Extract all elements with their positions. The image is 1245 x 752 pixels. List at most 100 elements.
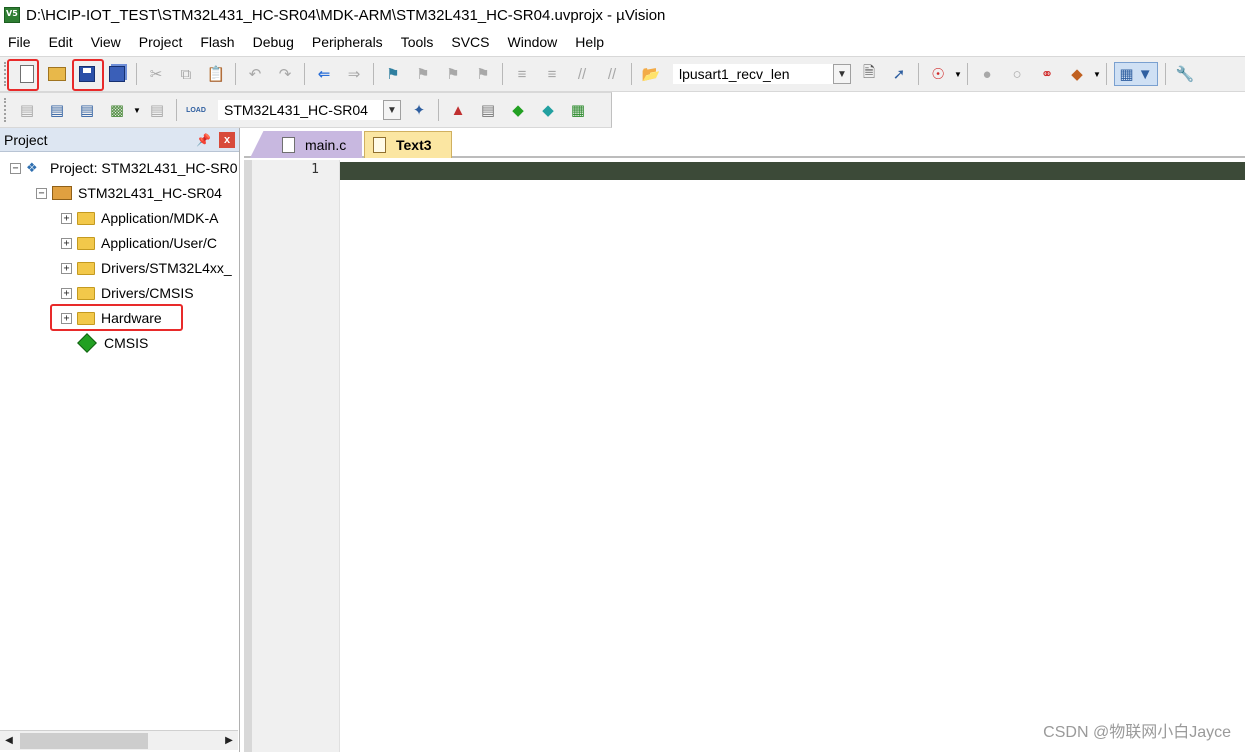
configure-button[interactable]: 🔧 xyxy=(1173,62,1197,86)
menu-peripherals[interactable]: Peripherals xyxy=(310,34,385,50)
copy-button[interactable]: ⧉ xyxy=(174,62,198,86)
menu-window[interactable]: Window xyxy=(506,34,560,50)
manage-rte-button[interactable]: ◆ xyxy=(506,98,530,122)
pin-icon[interactable]: 📌 xyxy=(196,133,211,147)
menu-file[interactable]: File xyxy=(6,34,33,50)
rte-diamond-icon: ◆ xyxy=(512,102,524,119)
menu-flash[interactable]: Flash xyxy=(198,34,236,50)
clear-bookmarks-button[interactable]: ⚑ xyxy=(471,62,495,86)
tree-item-cmsis[interactable]: CMSIS xyxy=(77,331,148,355)
disable-all-breakpoints-button[interactable]: ⚭ xyxy=(1035,62,1059,86)
find-combo[interactable]: lpusart1_recv_len ▼ xyxy=(672,63,852,85)
menu-debug[interactable]: Debug xyxy=(251,34,296,50)
save-all-button[interactable] xyxy=(105,62,129,86)
manage-project-items-button[interactable]: ▲ xyxy=(446,98,470,122)
debug-dropdown-button[interactable]: ▼ xyxy=(953,62,963,86)
incremental-find-button[interactable]: ➚ xyxy=(887,62,911,86)
tree-item-group[interactable]: + Drivers/STM32L4xx_ xyxy=(61,256,232,280)
toolbar-separator xyxy=(918,63,919,85)
scrollbar-thumb[interactable] xyxy=(20,733,148,749)
tree-item-group[interactable]: + Drivers/CMSIS xyxy=(61,281,194,305)
tab-label: main.c xyxy=(305,136,347,153)
batch-build-button[interactable]: ▩ xyxy=(105,98,129,122)
debug-session-icon: ☉ xyxy=(931,66,945,83)
insert-bookmark-button[interactable]: ⚑ xyxy=(381,62,405,86)
software-packs-icon: ◆ xyxy=(542,102,554,119)
undo-button[interactable]: ↶ xyxy=(243,62,267,86)
expand-icon[interactable]: + xyxy=(61,262,72,274)
menu-edit[interactable]: Edit xyxy=(47,34,75,50)
menu-view[interactable]: View xyxy=(89,34,123,50)
navigate-forward-button[interactable]: ⇒ xyxy=(342,62,366,86)
file-extensions-button[interactable]: ▤ xyxy=(476,98,500,122)
editor-body[interactable]: 1 CSDN @物联网小白Jayce xyxy=(244,160,1245,752)
menu-tools[interactable]: Tools xyxy=(399,34,436,50)
tab-text3[interactable]: Text3 xyxy=(364,131,452,158)
bookmark-flag-icon: ⚑ xyxy=(386,66,400,83)
build-icon: ▤ xyxy=(49,102,65,119)
cut-button[interactable]: ✂ xyxy=(144,62,168,86)
tree-item-group[interactable]: + Application/User/C xyxy=(61,231,217,255)
breakpoints-dropdown-button[interactable]: ▼ xyxy=(1092,62,1102,86)
project-icon: ❖ xyxy=(26,160,38,175)
target-select[interactable]: STM32L431_HC-SR04 ▼ xyxy=(217,99,402,121)
find-combo-value: lpusart1_recv_len xyxy=(679,66,790,82)
tree-item-project-root[interactable]: − ❖ Project: STM32L431_HC-SR0 xyxy=(10,156,238,180)
target-options-button[interactable]: ✦ xyxy=(407,98,431,122)
debug-session-button[interactable]: ☉ xyxy=(926,62,950,86)
find-button[interactable]: 🗎 xyxy=(857,62,881,86)
next-bookmark-button[interactable]: ⚑ xyxy=(441,62,465,86)
comment-button[interactable]: // xyxy=(570,62,594,86)
kill-all-breakpoints-button[interactable]: ◆ xyxy=(1065,62,1089,86)
dropdown-arrow-icon: ▼ xyxy=(1093,69,1101,79)
download-button[interactable]: LOAD xyxy=(184,98,208,122)
tree-item-group[interactable]: + Application/MDK-A xyxy=(61,206,219,230)
project-panel-header: Project 📌 x xyxy=(0,128,239,152)
window-layout-button[interactable]: ▦ ▼ xyxy=(1114,62,1158,86)
build-button[interactable]: ▤ xyxy=(45,98,69,122)
previous-bookmark-button[interactable]: ⚑ xyxy=(411,62,435,86)
redo-button[interactable]: ↷ xyxy=(273,62,297,86)
menu-project[interactable]: Project xyxy=(137,34,185,50)
toolbar-grip[interactable] xyxy=(4,98,8,122)
chevron-down-icon[interactable]: ▼ xyxy=(383,100,401,120)
open-file-button[interactable] xyxy=(45,62,69,86)
select-software-packs-button[interactable]: ◆ xyxy=(536,98,560,122)
expand-icon[interactable]: + xyxy=(61,237,72,249)
gutter-margin xyxy=(244,160,252,752)
scroll-right-icon[interactable]: ▶ xyxy=(220,732,238,750)
insert-breakpoint-button[interactable]: ● xyxy=(975,62,999,86)
expand-icon[interactable]: + xyxy=(61,287,72,299)
paste-button[interactable]: 📋 xyxy=(204,62,228,86)
collapse-icon[interactable]: − xyxy=(10,162,21,174)
find-in-files-icon: 📂 xyxy=(641,66,661,83)
chevron-down-icon[interactable]: ▼ xyxy=(833,64,851,84)
menu-svcs[interactable]: SVCS xyxy=(449,34,491,50)
rebuild-button[interactable]: ▤ xyxy=(75,98,99,122)
close-icon[interactable]: x xyxy=(219,131,235,148)
horizontal-scrollbar[interactable]: ◀ ▶ xyxy=(0,730,238,750)
code-editor[interactable]: CSDN @物联网小白Jayce xyxy=(340,160,1245,752)
batch-build-dropdown-button[interactable]: ▼ xyxy=(132,98,142,122)
stop-build-button[interactable]: ▤ xyxy=(145,98,169,122)
translate-button[interactable]: ▤ xyxy=(15,98,39,122)
tree-item-label: Application/MDK-A xyxy=(101,210,219,226)
bookmark-clear-icon: ⚑ xyxy=(476,66,490,83)
tab-main-c[interactable]: main.c xyxy=(250,131,362,158)
navigate-back-button[interactable]: ⇐ xyxy=(312,62,336,86)
collapse-icon[interactable]: − xyxy=(36,187,47,199)
menu-help[interactable]: Help xyxy=(573,34,606,50)
unindent-button[interactable]: ≡ xyxy=(540,62,564,86)
scroll-left-icon[interactable]: ◀ xyxy=(0,732,18,750)
enable-breakpoint-button[interactable]: ○ xyxy=(1005,62,1029,86)
toolbar-separator xyxy=(304,63,305,85)
file-extensions-icon: ▤ xyxy=(480,102,496,119)
tree-item-target[interactable]: − STM32L431_HC-SR04 xyxy=(36,181,222,205)
pack-installer-button[interactable]: ▦ xyxy=(566,98,590,122)
uncomment-button[interactable]: // xyxy=(600,62,624,86)
file-toolbar: ✂ ⧉ 📋 ↶ ↷ ⇐ ⇒ ⚑ ⚑ ⚑ ⚑ ≡ ≡ // // 📂 lpusar… xyxy=(0,56,1245,92)
find-in-files-button[interactable]: 📂 xyxy=(639,62,663,86)
expand-icon[interactable]: + xyxy=(61,212,72,224)
indent-button[interactable]: ≡ xyxy=(510,62,534,86)
project-items-icon: ▲ xyxy=(450,101,466,119)
